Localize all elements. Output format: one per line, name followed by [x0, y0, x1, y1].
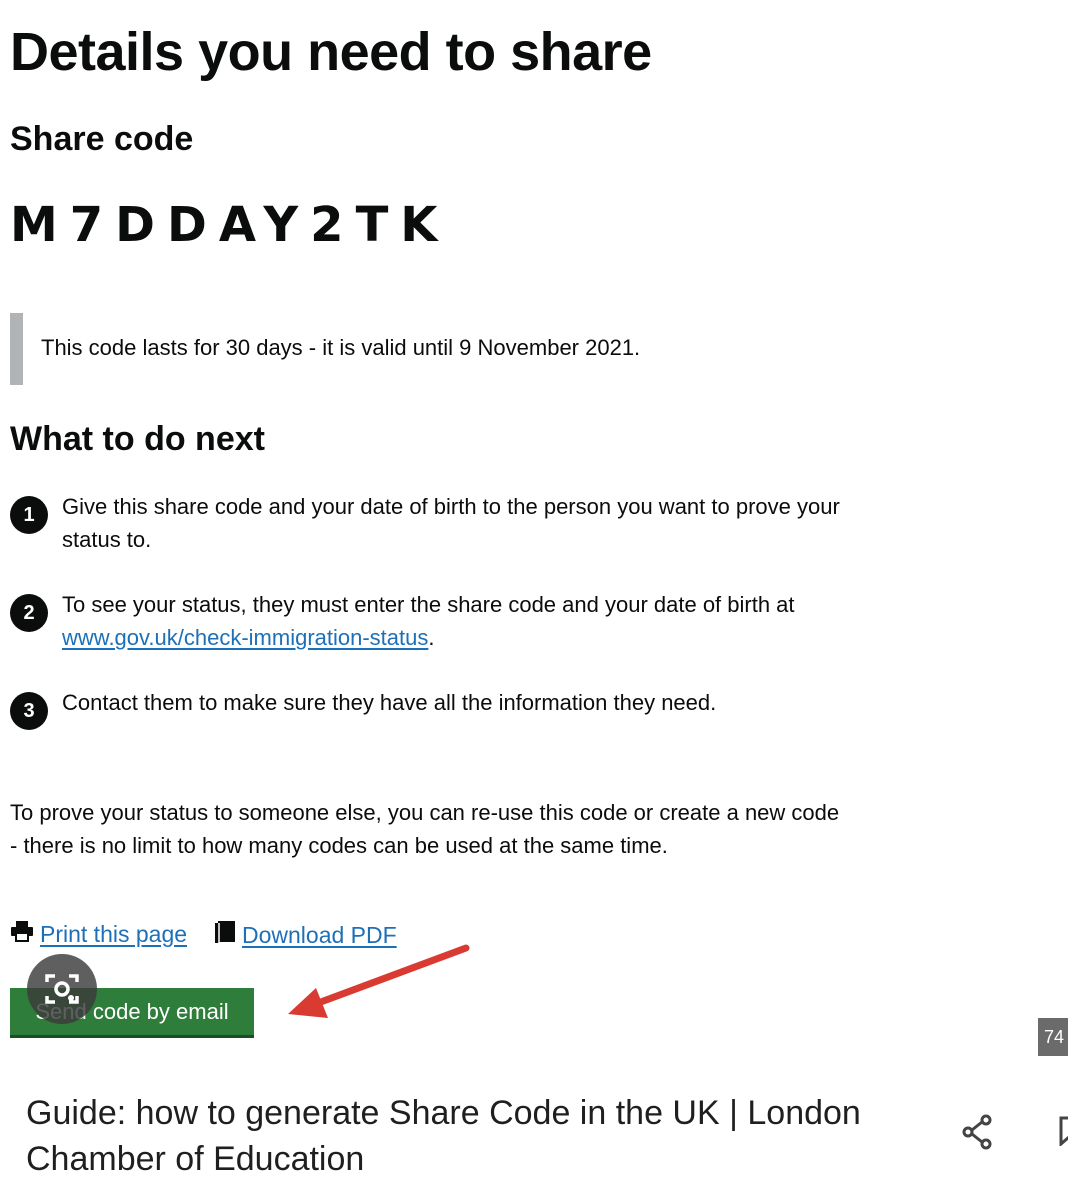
bookmark-icon[interactable]: [1058, 1116, 1068, 1146]
print-page-link-group[interactable]: Print this page: [10, 920, 187, 948]
image-count-badge: 74: [1038, 1018, 1068, 1056]
step-text: Give this share code and your date of bi…: [62, 494, 840, 552]
reuse-info-text: To prove your status to someone else, yo…: [10, 800, 840, 858]
print-page-link[interactable]: Print this page: [40, 921, 187, 948]
page-title: Details you need to share: [10, 22, 652, 82]
validity-notice: This code lasts for 30 days - it is vali…: [41, 335, 641, 360]
check-status-link[interactable]: www.gov.uk/check-immigration-status: [62, 625, 428, 650]
image-caption-title[interactable]: Guide: how to generate Share Code in the…: [26, 1090, 926, 1182]
document-icon: [214, 920, 236, 950]
step-number: 3: [10, 692, 48, 730]
lens-camera-icon[interactable]: [27, 954, 97, 1024]
share-code-value: M7DDAY2TK: [10, 197, 450, 253]
printer-icon: [10, 920, 34, 948]
step-text-after: .: [428, 625, 435, 650]
red-arrow-annotation: [288, 944, 470, 1018]
share-code-label: Share code: [10, 120, 194, 158]
step-text: To see your status, they must enter the …: [62, 588, 842, 654]
next-steps-heading: What to do next: [10, 420, 265, 458]
step-number: 1: [10, 496, 48, 534]
validity-inset: This code lasts for 30 days - it is vali…: [10, 313, 723, 385]
step-text: Contact them to make sure they have all …: [62, 690, 717, 715]
share-icon[interactable]: [958, 1112, 998, 1157]
step-text-before: To see your status, they must enter the …: [62, 592, 795, 617]
step-number: 2: [10, 594, 48, 632]
